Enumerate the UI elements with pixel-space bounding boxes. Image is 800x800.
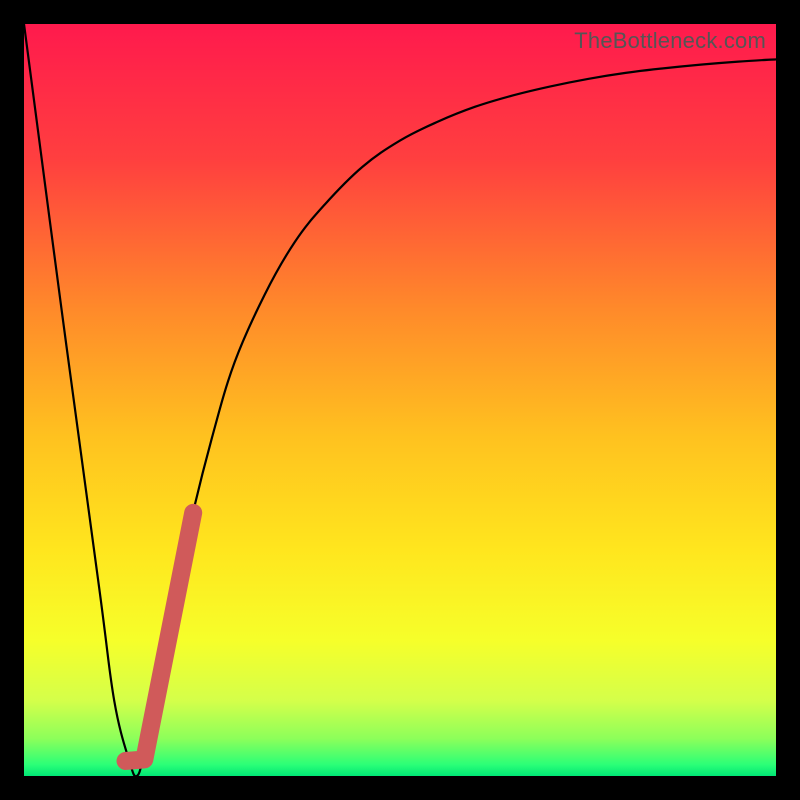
chart-frame: TheBottleneck.com <box>0 0 800 800</box>
bottleneck-curve <box>24 24 776 776</box>
watermark-text: TheBottleneck.com <box>574 28 766 54</box>
highlight-marker <box>126 513 194 761</box>
plot-area: TheBottleneck.com <box>24 24 776 776</box>
chart-svg <box>24 24 776 776</box>
